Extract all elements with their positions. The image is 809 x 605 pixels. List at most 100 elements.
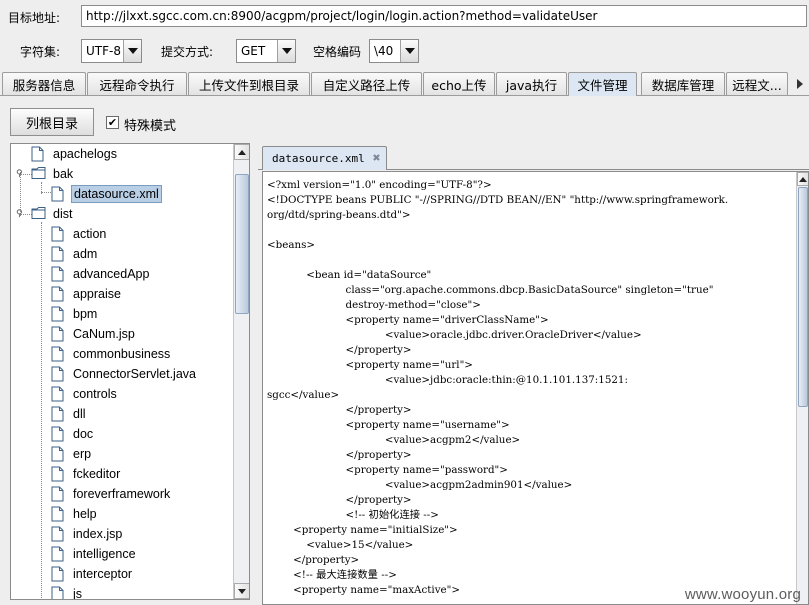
- tree-item-label: ConnectorServlet.java: [73, 367, 196, 381]
- file-content-editor[interactable]: <?xml version="1.0" encoding="UTF-8"?> <…: [262, 171, 809, 605]
- tree-item[interactable]: adm: [51, 244, 99, 264]
- tree-item[interactable]: interceptor: [51, 564, 134, 584]
- tree-item-label: action: [73, 227, 107, 241]
- tree-item-label: help: [73, 507, 97, 521]
- file-icon: [51, 446, 65, 462]
- tree-item-label: bpm: [73, 307, 98, 321]
- tab-database-manager[interactable]: 数据库管理: [641, 72, 725, 95]
- chevron-down-icon[interactable]: [400, 40, 418, 62]
- tab-remote-command[interactable]: 远程命令执行: [87, 72, 187, 95]
- tree-item-label: appraise: [73, 287, 121, 301]
- tree-item[interactable]: foreverframework: [51, 484, 172, 504]
- tab-upload-root[interactable]: 上传文件到根目录: [188, 72, 310, 95]
- special-mode-checkbox[interactable]: ✔: [106, 116, 119, 129]
- space-encoding-label: 空格编码: [313, 45, 362, 59]
- tab-bar: 服务器信息 远程命令执行 上传文件到根目录 自定义路径上传 echo上传 jav…: [0, 72, 809, 96]
- file-icon: [51, 406, 65, 422]
- list-root-button[interactable]: 列根目录: [10, 108, 94, 136]
- file-icon: [51, 546, 65, 562]
- scroll-down-icon[interactable]: [234, 583, 249, 599]
- editor-tab-strip: datasource.xml ✖: [258, 143, 809, 170]
- folder-icon: [31, 206, 46, 222]
- checkmark-icon: ✔: [107, 116, 118, 129]
- tree-item[interactable]: apachelogs: [31, 144, 119, 164]
- tree-item[interactable]: action: [51, 224, 108, 244]
- close-icon[interactable]: ✖: [373, 152, 381, 165]
- editor-tab[interactable]: datasource.xml ✖: [262, 146, 387, 170]
- file-icon: [51, 426, 65, 442]
- tree-item-label: erp: [73, 447, 92, 461]
- editor-scroll-thumb[interactable]: [798, 187, 808, 407]
- file-icon: [51, 526, 65, 542]
- scroll-up-icon[interactable]: [797, 172, 808, 186]
- tree-item[interactable]: erp: [51, 444, 93, 464]
- collapse-toggle-icon[interactable]: ⚲: [16, 210, 24, 219]
- file-tree: ⚲ ⚲ apachelogs bak datasource.xml dist actio…: [10, 143, 250, 600]
- url-label: 目标地址:: [8, 11, 61, 25]
- tree-item[interactable]: fckeditor: [51, 464, 122, 484]
- tree-item[interactable]: CaNum.jsp: [51, 324, 137, 344]
- space-encoding-select[interactable]: \40: [369, 39, 419, 63]
- file-icon: [51, 226, 65, 242]
- tree-item[interactable]: help: [51, 504, 99, 524]
- tree-item[interactable]: doc: [51, 424, 95, 444]
- tree-scroll-thumb[interactable]: [235, 174, 249, 314]
- url-input[interactable]: [81, 5, 807, 27]
- tree-item[interactable]: appraise: [51, 284, 123, 304]
- tree-item[interactable]: controls: [51, 384, 119, 404]
- tree-item[interactable]: ConnectorServlet.java: [51, 364, 198, 384]
- tree-item[interactable]: advancedApp: [51, 264, 151, 284]
- file-icon: [51, 486, 65, 502]
- tree-item-label: adm: [73, 247, 98, 261]
- tree-item[interactable]: bpm: [51, 304, 99, 324]
- tree-item-label: CaNum.jsp: [73, 327, 135, 341]
- method-select[interactable]: GET: [236, 39, 296, 63]
- file-icon: [51, 506, 65, 522]
- tab-remote-file[interactable]: 远程文...: [726, 72, 788, 95]
- tree-item-label: dist: [53, 207, 73, 221]
- file-icon: [31, 146, 45, 162]
- tree-item-label: commonbusiness: [73, 347, 171, 361]
- charset-select[interactable]: UTF-8: [81, 39, 142, 63]
- tree-item[interactable]: dist: [31, 204, 74, 224]
- charset-label: 字符集:: [20, 45, 61, 59]
- tree-item-label: intelligence: [73, 547, 136, 561]
- tree-item[interactable]: commonbusiness: [51, 344, 172, 364]
- tree-item[interactable]: datasource.xml: [51, 184, 162, 204]
- collapse-toggle-icon[interactable]: ⚲: [16, 170, 24, 179]
- tree-item-label: bak: [53, 167, 74, 181]
- file-content-text[interactable]: <?xml version="1.0" encoding="UTF-8"?> <…: [267, 178, 797, 598]
- tree-item-label: js: [73, 587, 83, 600]
- file-icon: [51, 306, 65, 322]
- tab-file-manager[interactable]: 文件管理: [568, 72, 637, 96]
- tree-item[interactable]: intelligence: [51, 544, 138, 564]
- tree-item-label: dll: [73, 407, 86, 421]
- file-icon: [51, 466, 65, 482]
- tree-item[interactable]: dll: [51, 404, 88, 424]
- chevron-down-icon[interactable]: [277, 40, 295, 62]
- tree-item[interactable]: bak: [31, 164, 75, 184]
- tree-item-label: fckeditor: [73, 467, 121, 481]
- tree-item-label: foreverframework: [73, 487, 171, 501]
- tab-echo-upload[interactable]: echo上传: [423, 72, 495, 95]
- tab-custom-upload[interactable]: 自定义路径上传: [311, 72, 422, 95]
- tree-item-label: datasource.xml: [71, 185, 162, 203]
- file-icon: [51, 366, 65, 382]
- file-icon: [51, 266, 65, 282]
- tab-server-info[interactable]: 服务器信息: [2, 72, 86, 95]
- file-icon: [51, 286, 65, 302]
- editor-scrollbar[interactable]: [796, 172, 808, 604]
- editor-tab-label: datasource.xml: [272, 152, 365, 165]
- scroll-up-icon[interactable]: [234, 144, 249, 160]
- chevron-down-icon[interactable]: [123, 40, 141, 62]
- tab-scroll-right-icon[interactable]: [794, 77, 806, 91]
- tree-item-label: controls: [73, 387, 117, 401]
- folder-icon: [31, 166, 46, 182]
- tree-item[interactable]: js: [51, 584, 84, 600]
- file-icon: [51, 246, 65, 262]
- tab-java-exec[interactable]: java执行: [496, 72, 567, 95]
- tree-scrollbar[interactable]: [233, 144, 249, 599]
- method-label: 提交方式:: [161, 45, 214, 59]
- tree-item[interactable]: index.jsp: [51, 524, 124, 544]
- tree-item-label: apachelogs: [53, 147, 117, 161]
